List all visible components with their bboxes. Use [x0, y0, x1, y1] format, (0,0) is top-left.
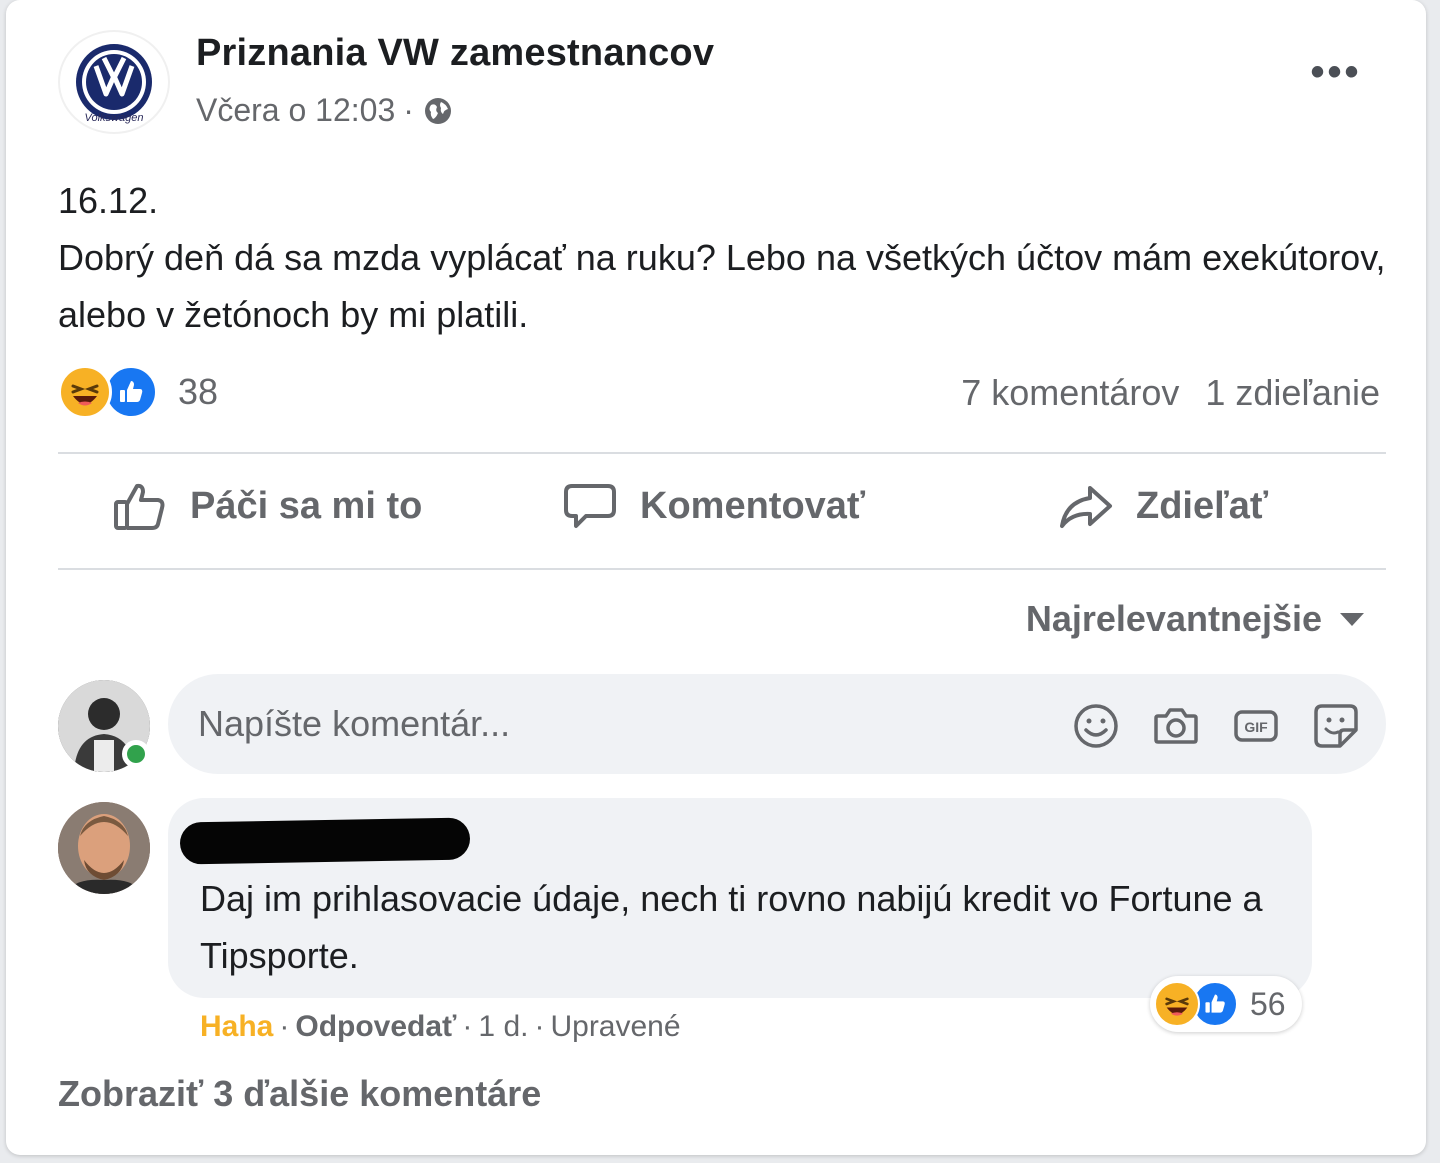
post-date-line: 16.12. — [58, 180, 159, 221]
online-status-dot — [122, 740, 150, 768]
more-options-icon[interactable]: ••• — [1306, 52, 1366, 102]
comment-age[interactable]: 1 d. — [478, 1010, 528, 1044]
haha-reaction-icon — [1154, 981, 1200, 1027]
comment-bubble: Daj im prihlasovacie údaje, nech ti rovn… — [168, 798, 1312, 998]
emoji-icon[interactable] — [1072, 702, 1120, 750]
comment-icon — [564, 484, 616, 528]
comment-actions: Haha · Odpovedať · 1 d. · Upravené — [200, 1010, 681, 1044]
divider — [58, 452, 1386, 454]
sort-label: Najrelevantnejšie — [1025, 598, 1322, 639]
comment-button[interactable]: Komentovať — [562, 480, 865, 532]
post-card: Volkswagen Priznania VW zamestnancov Vče… — [6, 0, 1426, 1155]
svg-text:GIF: GIF — [1244, 719, 1268, 735]
like-reaction-icon — [104, 365, 158, 419]
post-text: 16.12. Dobrý deň dá sa mzda vyplácať na … — [58, 172, 1398, 343]
commenter-avatar[interactable] — [58, 802, 150, 894]
comment-input[interactable] — [198, 674, 1048, 774]
share-icon — [1060, 486, 1112, 528]
comment-reaction-count: 56 — [1250, 985, 1286, 1022]
comment-reactions[interactable]: 56 — [1150, 976, 1302, 1032]
like-button-label: Páči sa mi to — [190, 484, 423, 527]
post-stats: 7 komentárov 1 zdieľanie — [961, 372, 1380, 414]
comment-text: Daj im prihlasovacie údaje, nech ti rovn… — [200, 878, 1263, 976]
camera-icon[interactable] — [1152, 702, 1200, 750]
comment-haha-reaction-link[interactable]: Haha — [200, 1010, 273, 1044]
sticker-icon[interactable] — [1312, 702, 1360, 750]
comment-sort-dropdown[interactable]: Najrelevantnejšie — [1026, 598, 1366, 640]
action-separator: · — [534, 1010, 545, 1043]
gif-icon[interactable]: GIF — [1232, 702, 1280, 750]
action-separator: · — [462, 1010, 473, 1043]
page-name[interactable]: Priznania VW zamestnancov — [196, 32, 714, 75]
shares-count-link[interactable]: 1 zdieľanie — [1205, 372, 1380, 414]
post-body: Dobrý deň dá sa mzda vyplácať na ruku? L… — [58, 237, 1386, 335]
haha-reaction-icon — [58, 365, 112, 419]
thumbs-up-icon — [114, 483, 165, 530]
share-button[interactable]: Zdieľať — [1058, 480, 1268, 532]
meta-separator: · — [403, 92, 414, 128]
view-more-comments-link[interactable]: Zobraziť 3 ďalšie komentáre — [58, 1073, 541, 1115]
reaction-count: 38 — [178, 371, 219, 412]
post-meta: Včera o 12:03 · — [196, 92, 454, 129]
action-separator: · — [279, 1010, 290, 1043]
page-avatar[interactable]: Volkswagen — [58, 30, 170, 134]
comment-edited-label[interactable]: Upravené — [550, 1010, 680, 1044]
post-reactions[interactable]: 38 — [58, 365, 218, 419]
like-button[interactable]: Páči sa mi to — [112, 480, 422, 532]
comments-count-link[interactable]: 7 komentárov — [961, 372, 1179, 414]
redacted-commenter-name — [179, 817, 471, 865]
post-time[interactable]: Včera o 12:03 — [196, 92, 395, 129]
divider — [58, 568, 1386, 570]
caret-down-icon — [1340, 613, 1364, 626]
comment-reply-link[interactable]: Odpovedať — [295, 1010, 456, 1044]
share-button-label: Zdieľať — [1136, 484, 1269, 527]
globe-icon — [424, 97, 451, 124]
comment-button-label: Komentovať — [640, 484, 866, 527]
page-logo-text: Volkswagen — [84, 112, 144, 124]
comment-composer: GIF — [168, 674, 1386, 774]
